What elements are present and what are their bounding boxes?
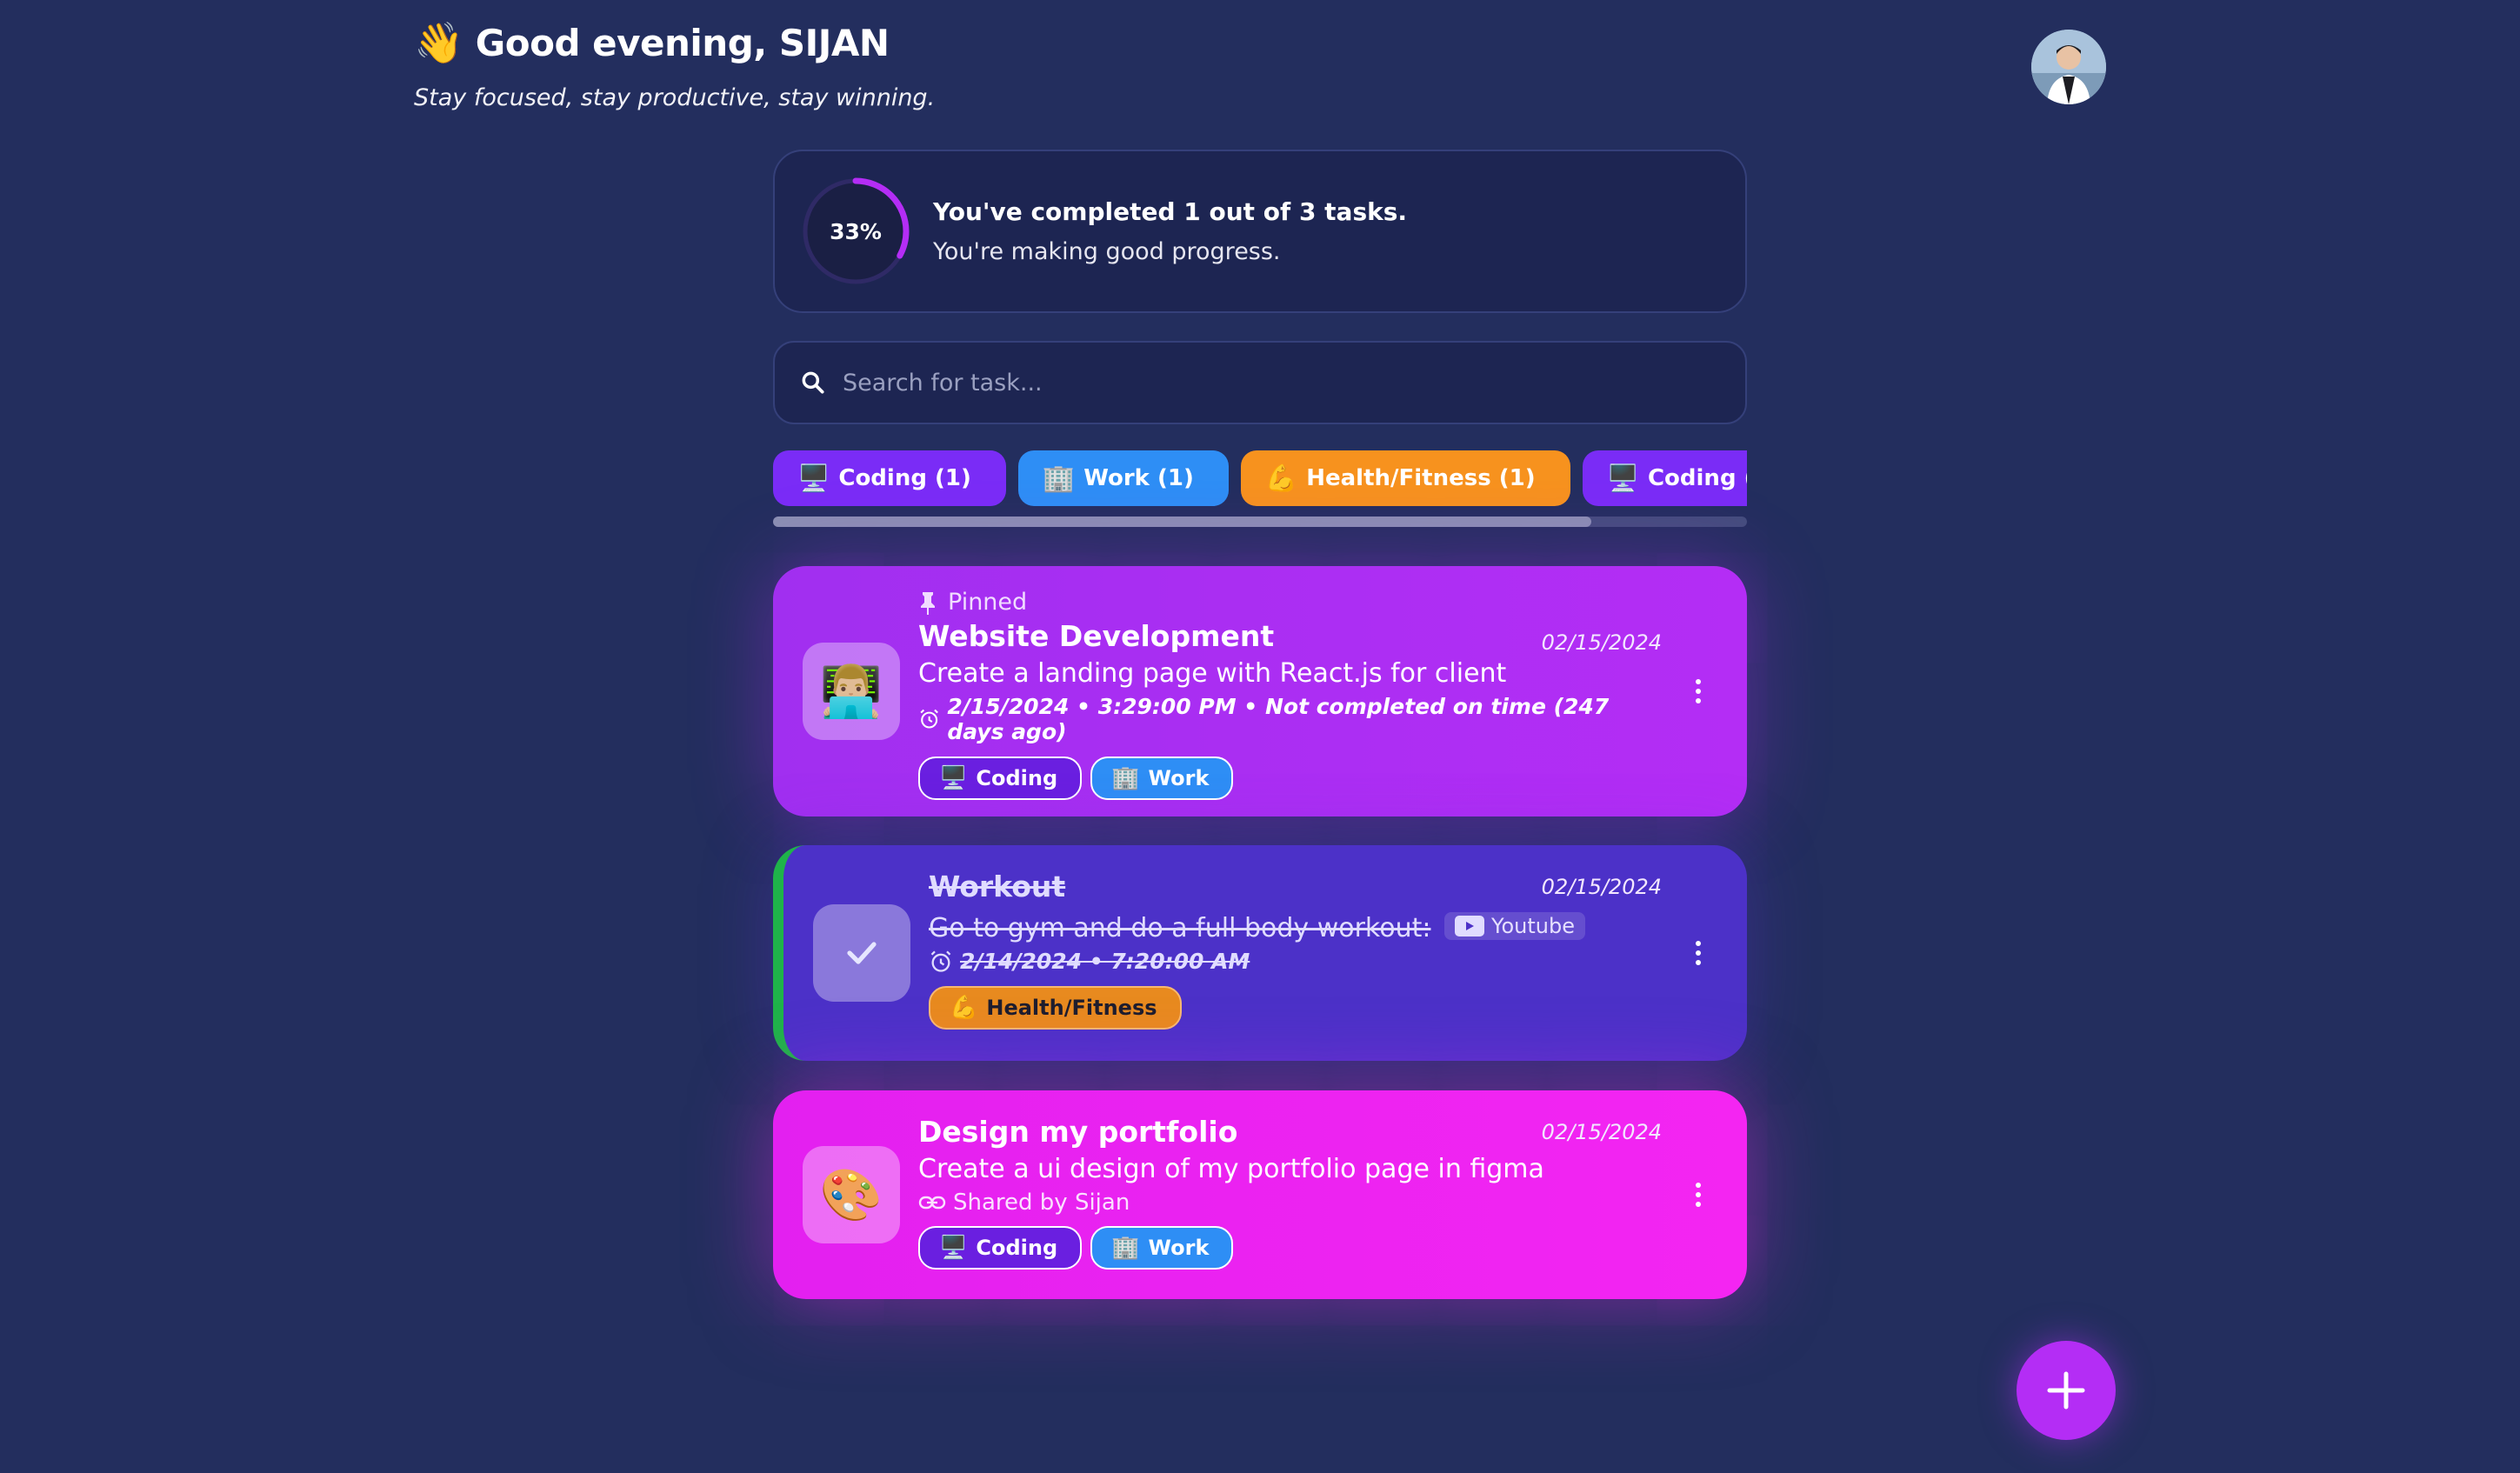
greeting-header: 👋 Good evening, SIJAN Stay focused, stay… [414,19,935,111]
search-input[interactable] [843,369,1625,397]
chip-scrollbar[interactable] [773,517,1747,527]
chip-coding[interactable]: 🖥️Coding (1) [773,450,1006,506]
avatar[interactable] [2031,30,2106,104]
link-icon [918,1196,946,1210]
chip-coding[interactable]: 🖥️Coding (1) [1582,450,1747,506]
progress-subline: You're making good progress. [933,238,1281,265]
task-emoji-icon: 👨🏼‍💻 [803,643,900,740]
task-date: 02/15/2024 [1541,1120,1662,1144]
task-description: Create a ui design of my portfolio page … [918,1154,1544,1184]
greeting-title: 👋 Good evening, SIJAN [414,19,935,67]
computer-icon: 🖥️ [939,1235,968,1261]
category-tag-work[interactable]: 🏢 Work [1090,756,1234,800]
shared-by: Shared by Sijan [918,1190,1660,1216]
pinned-indicator: Pinned [918,589,1660,616]
flexed-biceps-icon: 💪 [1264,463,1298,494]
category-tag-coding[interactable]: 🖥️ Coding [918,756,1083,800]
task-date: 02/15/2024 [1541,875,1662,899]
category-tag-health-fitness[interactable]: 💪 Health/Fitness [929,986,1182,1030]
more-options-icon[interactable] [1693,941,1703,965]
computer-icon: 🖥️ [1606,463,1639,494]
task-deadline: 2/14/2024 • 7:20:00 AM [929,949,1660,974]
more-options-icon[interactable] [1693,1183,1703,1207]
task-card-completed[interactable]: Workout Go to gym and do a full body wor… [773,845,1747,1061]
chip-work[interactable]: 🏢 Work (1) [1017,450,1229,506]
chip-health-fitness[interactable]: 💪 Health/Fitness (1) [1240,450,1570,506]
more-options-icon[interactable] [1693,679,1703,703]
building-icon: 🏢 [1111,765,1140,791]
task-description: Go to gym and do a full body workout: [929,913,1431,943]
computer-icon: 🖥️ [797,463,830,494]
task-card[interactable]: 🎨 Design my portfolio Create a ui design… [773,1090,1747,1299]
youtube-link[interactable]: Youtube [1444,912,1586,940]
task-date: 02/15/2024 [1541,630,1662,655]
category-chip-list: 🖥️ Coding (1) 🏢 Work (1) 💪 Health/Fitness (… [773,450,1747,510]
greeting-text: Good evening, SIJAN [475,22,890,64]
progress-card: 33% You've completed 1 out of 3 tasks. Y… [773,150,1747,313]
task-deadline: 2/15/2024 • 3:29:00 PM • Not completed o… [918,694,1660,744]
progress-ring: 33% [801,177,910,286]
progress-percent: 33% [830,218,882,244]
category-tag-work[interactable]: 🏢 Work [1090,1226,1234,1270]
task-card[interactable]: 👨🏼‍💻 Pinned Website Development Create a… [773,566,1747,816]
completed-check-box[interactable] [813,904,910,1002]
checkmark-icon [847,942,877,964]
building-icon: 🏢 [1111,1235,1140,1261]
search-icon [802,371,824,394]
task-description: Create a landing page with React.js for … [918,658,1507,689]
alarm-clock-icon [920,709,938,729]
task-emoji-icon: 🎨 [803,1146,900,1243]
computer-icon: 🖥️ [939,765,968,791]
flexed-biceps-icon: 💪 [950,995,978,1021]
pin-icon [921,591,935,615]
tagline: Stay focused, stay productive, stay winn… [414,84,936,111]
youtube-icon [1455,916,1485,936]
progress-headline: You've completed 1 out of 3 tasks. [933,197,1408,226]
scrollbar-thumb[interactable] [773,517,1591,527]
alarm-clock-icon [930,950,951,972]
building-icon: 🏢 [1042,463,1076,494]
category-tag-coding[interactable]: 🖥️ Coding [918,1226,1083,1270]
search-bar[interactable] [773,341,1747,424]
plus-icon [2047,1371,2085,1410]
add-task-button[interactable] [2017,1341,2116,1440]
wave-icon: 👋 [414,19,463,66]
